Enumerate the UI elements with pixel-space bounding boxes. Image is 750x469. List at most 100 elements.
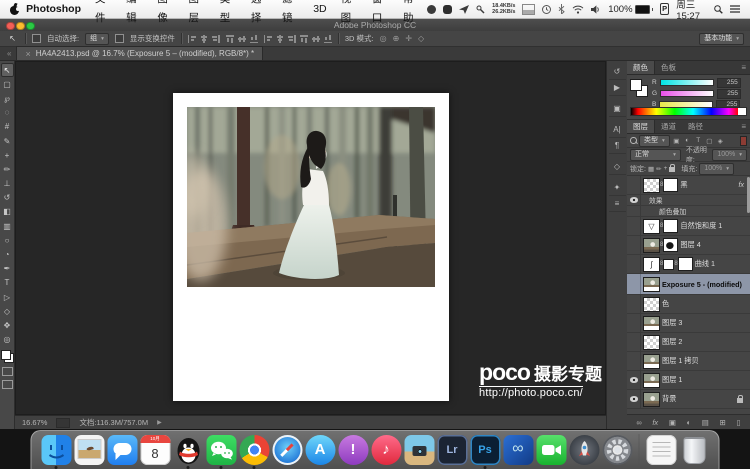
3d-pan-icon[interactable]: ✛ xyxy=(405,34,412,43)
panel-color-swatches[interactable] xyxy=(630,79,648,97)
dock-lightroom[interactable]: Lr xyxy=(437,435,467,465)
layer-row-curves[interactable]: ∫ 8 8 曲线 1 xyxy=(627,255,750,274)
visibility-toggle[interactable] xyxy=(627,255,641,273)
dock-finder[interactable] xyxy=(41,435,71,465)
workspace-switcher[interactable]: 基本功能▾ xyxy=(699,33,744,45)
green-slider[interactable] xyxy=(660,90,714,97)
tab-overflow-icon[interactable]: « xyxy=(2,49,16,60)
bluetooth-icon[interactable] xyxy=(558,4,565,14)
document-canvas[interactable] xyxy=(173,93,449,401)
layer-row-layer1-copy[interactable]: 图层 1 拷贝 xyxy=(627,352,750,371)
tool-marquee[interactable]: ▢ xyxy=(1,77,14,91)
tray-app2-icon[interactable] xyxy=(443,5,452,14)
filter-toggle-switch[interactable] xyxy=(740,136,747,146)
visibility-toggle[interactable] xyxy=(627,274,641,294)
red-slider[interactable] xyxy=(660,79,714,86)
menu-help[interactable]: 帮助 xyxy=(396,0,427,28)
layer-thumbnail[interactable] xyxy=(644,393,659,406)
layer-thumbnail[interactable] xyxy=(644,179,659,192)
new-layer-icon[interactable]: ⊞ xyxy=(720,418,726,427)
dock-purple-alert-app[interactable]: ! xyxy=(338,435,368,465)
visibility-toggle[interactable] xyxy=(627,195,641,205)
align-middle-icon[interactable] xyxy=(238,35,246,43)
red-value-field[interactable]: 255 xyxy=(717,78,741,88)
screen-mode-button[interactable] xyxy=(2,380,13,389)
tool-quick-select[interactable]: ◌ xyxy=(1,106,14,120)
network-speed[interactable]: 18.4KB/s 26.2KB/s xyxy=(492,3,515,15)
dock-preview[interactable] xyxy=(74,435,104,465)
layer-thumbnail[interactable] xyxy=(644,278,659,291)
foreground-color-swatch[interactable] xyxy=(630,79,642,91)
mini-mask-thumbnail[interactable] xyxy=(664,260,673,269)
layer-mask-thumbnail[interactable] xyxy=(664,239,677,251)
color-spectrum-ramp[interactable] xyxy=(630,107,747,116)
align-top-icon[interactable] xyxy=(226,35,234,43)
tool-clone-stamp[interactable]: ⊥ xyxy=(1,177,14,191)
close-window-button[interactable] xyxy=(6,22,15,31)
history-panel-icon[interactable]: ↺ xyxy=(609,64,626,80)
menu-layer[interactable]: 图层 xyxy=(182,0,213,28)
dock-system-preferences[interactable] xyxy=(602,435,632,465)
layer-thumbnail[interactable] xyxy=(644,374,659,387)
3d-roll-icon[interactable]: ⊕ xyxy=(393,34,400,43)
tool-move[interactable]: ↖ xyxy=(1,63,14,77)
visibility-toggle[interactable] xyxy=(627,295,641,313)
activity-graph-icon[interactable] xyxy=(522,4,535,15)
tool-blur[interactable]: ○ xyxy=(1,233,14,247)
doc-size-info[interactable]: 文档:116.3M/757.0M xyxy=(79,417,148,428)
dock-swirl-app[interactable]: ∞ xyxy=(503,435,533,465)
wifi-icon[interactable] xyxy=(572,5,584,14)
tool-hand[interactable]: ✥ xyxy=(1,318,14,332)
distribute-4-icon[interactable] xyxy=(300,35,308,43)
tray-app-icon[interactable] xyxy=(427,5,436,14)
menu-file[interactable]: 文件 xyxy=(88,0,119,28)
new-group-icon[interactable]: ▤ xyxy=(702,418,709,427)
fill-field[interactable]: 100%▾ xyxy=(699,163,734,175)
visibility-toggle[interactable] xyxy=(627,352,641,370)
spotlight-icon[interactable] xyxy=(714,5,723,14)
auto-select-checkbox[interactable] xyxy=(32,34,41,43)
paragraph-panel-icon[interactable]: ¶ xyxy=(609,138,626,154)
styles-panel-icon[interactable]: ✦ xyxy=(609,180,626,196)
panel-menu-icon[interactable]: ≡ xyxy=(741,120,750,133)
menu-image[interactable]: 图像 xyxy=(150,0,181,28)
tool-eraser[interactable]: ◧ xyxy=(1,205,14,219)
tool-healing[interactable]: + xyxy=(1,148,14,162)
link-layers-icon[interactable]: ∞ xyxy=(636,418,641,427)
distribute-6-icon[interactable] xyxy=(324,35,332,43)
document-tab[interactable]: × HA4A2413.psd @ 16.7% (Exposure 5 – (mo… xyxy=(16,46,263,60)
visibility-toggle[interactable] xyxy=(627,333,641,351)
layer-row-layer3[interactable]: 图层 3 xyxy=(627,314,750,333)
align-left-icon[interactable] xyxy=(188,35,196,43)
dock-calendar[interactable]: 10月 8 xyxy=(140,435,170,465)
clock-icon[interactable] xyxy=(542,5,551,14)
layer-mask-thumbnail[interactable] xyxy=(664,220,677,232)
panel-menu-icon[interactable]: ≡ xyxy=(741,61,750,74)
character-panel-icon[interactable]: A| xyxy=(609,122,626,138)
delete-layer-icon[interactable]: ▯ xyxy=(736,418,740,427)
lock-paint-icon[interactable]: ✏ xyxy=(656,165,661,173)
tool-brush[interactable]: ✏ xyxy=(1,162,14,176)
layer-thumbnail[interactable] xyxy=(644,239,659,252)
filter-shape-layers-icon[interactable]: ▢ xyxy=(705,137,714,145)
distribute-1-icon[interactable] xyxy=(264,35,272,43)
menu-edit[interactable]: 编辑 xyxy=(119,0,150,28)
dock-qq[interactable] xyxy=(173,435,203,465)
dock-messages[interactable] xyxy=(107,435,137,465)
status-menu-arrow-icon[interactable]: ▶ xyxy=(157,419,162,426)
adjustment-icon-vibrance[interactable]: ▽ xyxy=(644,220,659,233)
layer-row-layer1[interactable]: 图层 1 xyxy=(627,371,750,390)
layer-row-se[interactable]: 色 xyxy=(627,295,750,314)
distribute-2-icon[interactable] xyxy=(276,35,284,43)
menu-select[interactable]: 选择 xyxy=(244,0,275,28)
visibility-toggle[interactable] xyxy=(627,206,641,216)
green-value-field[interactable]: 255 xyxy=(717,89,741,99)
paper-plane-icon[interactable] xyxy=(459,5,469,14)
zoom-window-button[interactable] xyxy=(26,22,35,31)
zoom-level-field[interactable]: 16.67% xyxy=(22,418,47,427)
volume-icon[interactable] xyxy=(591,5,601,14)
notification-center-icon[interactable] xyxy=(730,5,740,13)
3d-panel-icon[interactable]: ◇ xyxy=(609,159,626,175)
layer-row-layer2[interactable]: 图层 2 xyxy=(627,333,750,352)
actions-panel-icon[interactable]: ▶ xyxy=(609,80,626,96)
